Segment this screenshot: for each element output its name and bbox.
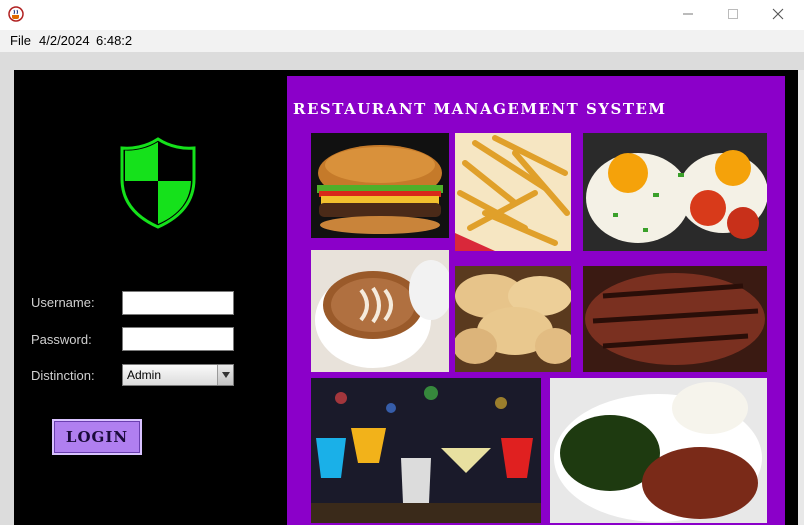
window-border — [798, 70, 804, 525]
rice-greens-meat-image — [550, 378, 767, 523]
security-shield-icon — [118, 135, 198, 231]
login-screen: Username: Password: Distinction: Admin L… — [14, 70, 804, 525]
burger-image — [311, 133, 449, 238]
fried-eggs-image — [583, 133, 767, 251]
grilled-steak-image — [583, 266, 767, 372]
restaurant-panel: RESTAURANT MANAGEMENT SYSTEM — [287, 76, 785, 525]
panel-title: RESTAURANT MANAGEMENT SYSTEM — [293, 100, 667, 118]
title-bar — [0, 0, 804, 30]
time-display: 6:48:2 — [96, 33, 133, 48]
window-separator — [0, 52, 804, 70]
login-button[interactable]: LOGIN — [52, 419, 142, 455]
minimize-icon[interactable] — [673, 4, 703, 24]
french-fries-image — [455, 133, 571, 251]
window-border — [0, 70, 14, 525]
date-display: 4/2/2024 — [39, 33, 90, 48]
cocktails-image — [311, 378, 541, 523]
latte-coffee-image — [311, 250, 449, 372]
chevron-down-icon[interactable] — [217, 365, 233, 385]
close-icon[interactable] — [763, 4, 793, 24]
username-label: Username: — [31, 295, 95, 310]
username-input[interactable] — [122, 291, 234, 315]
menu-bar: File 4/2/2024 6:48:2 — [0, 30, 804, 52]
distinction-label: Distinction: — [31, 368, 95, 383]
bread-rolls-image — [455, 266, 571, 372]
password-input[interactable] — [122, 327, 234, 351]
java-coffee-icon[interactable] — [8, 6, 24, 22]
file-menu[interactable]: File — [10, 33, 31, 48]
distinction-selected-value: Admin — [127, 368, 162, 382]
password-label: Password: — [31, 332, 92, 347]
maximize-icon[interactable] — [718, 4, 748, 24]
distinction-select[interactable]: Admin — [122, 364, 234, 386]
